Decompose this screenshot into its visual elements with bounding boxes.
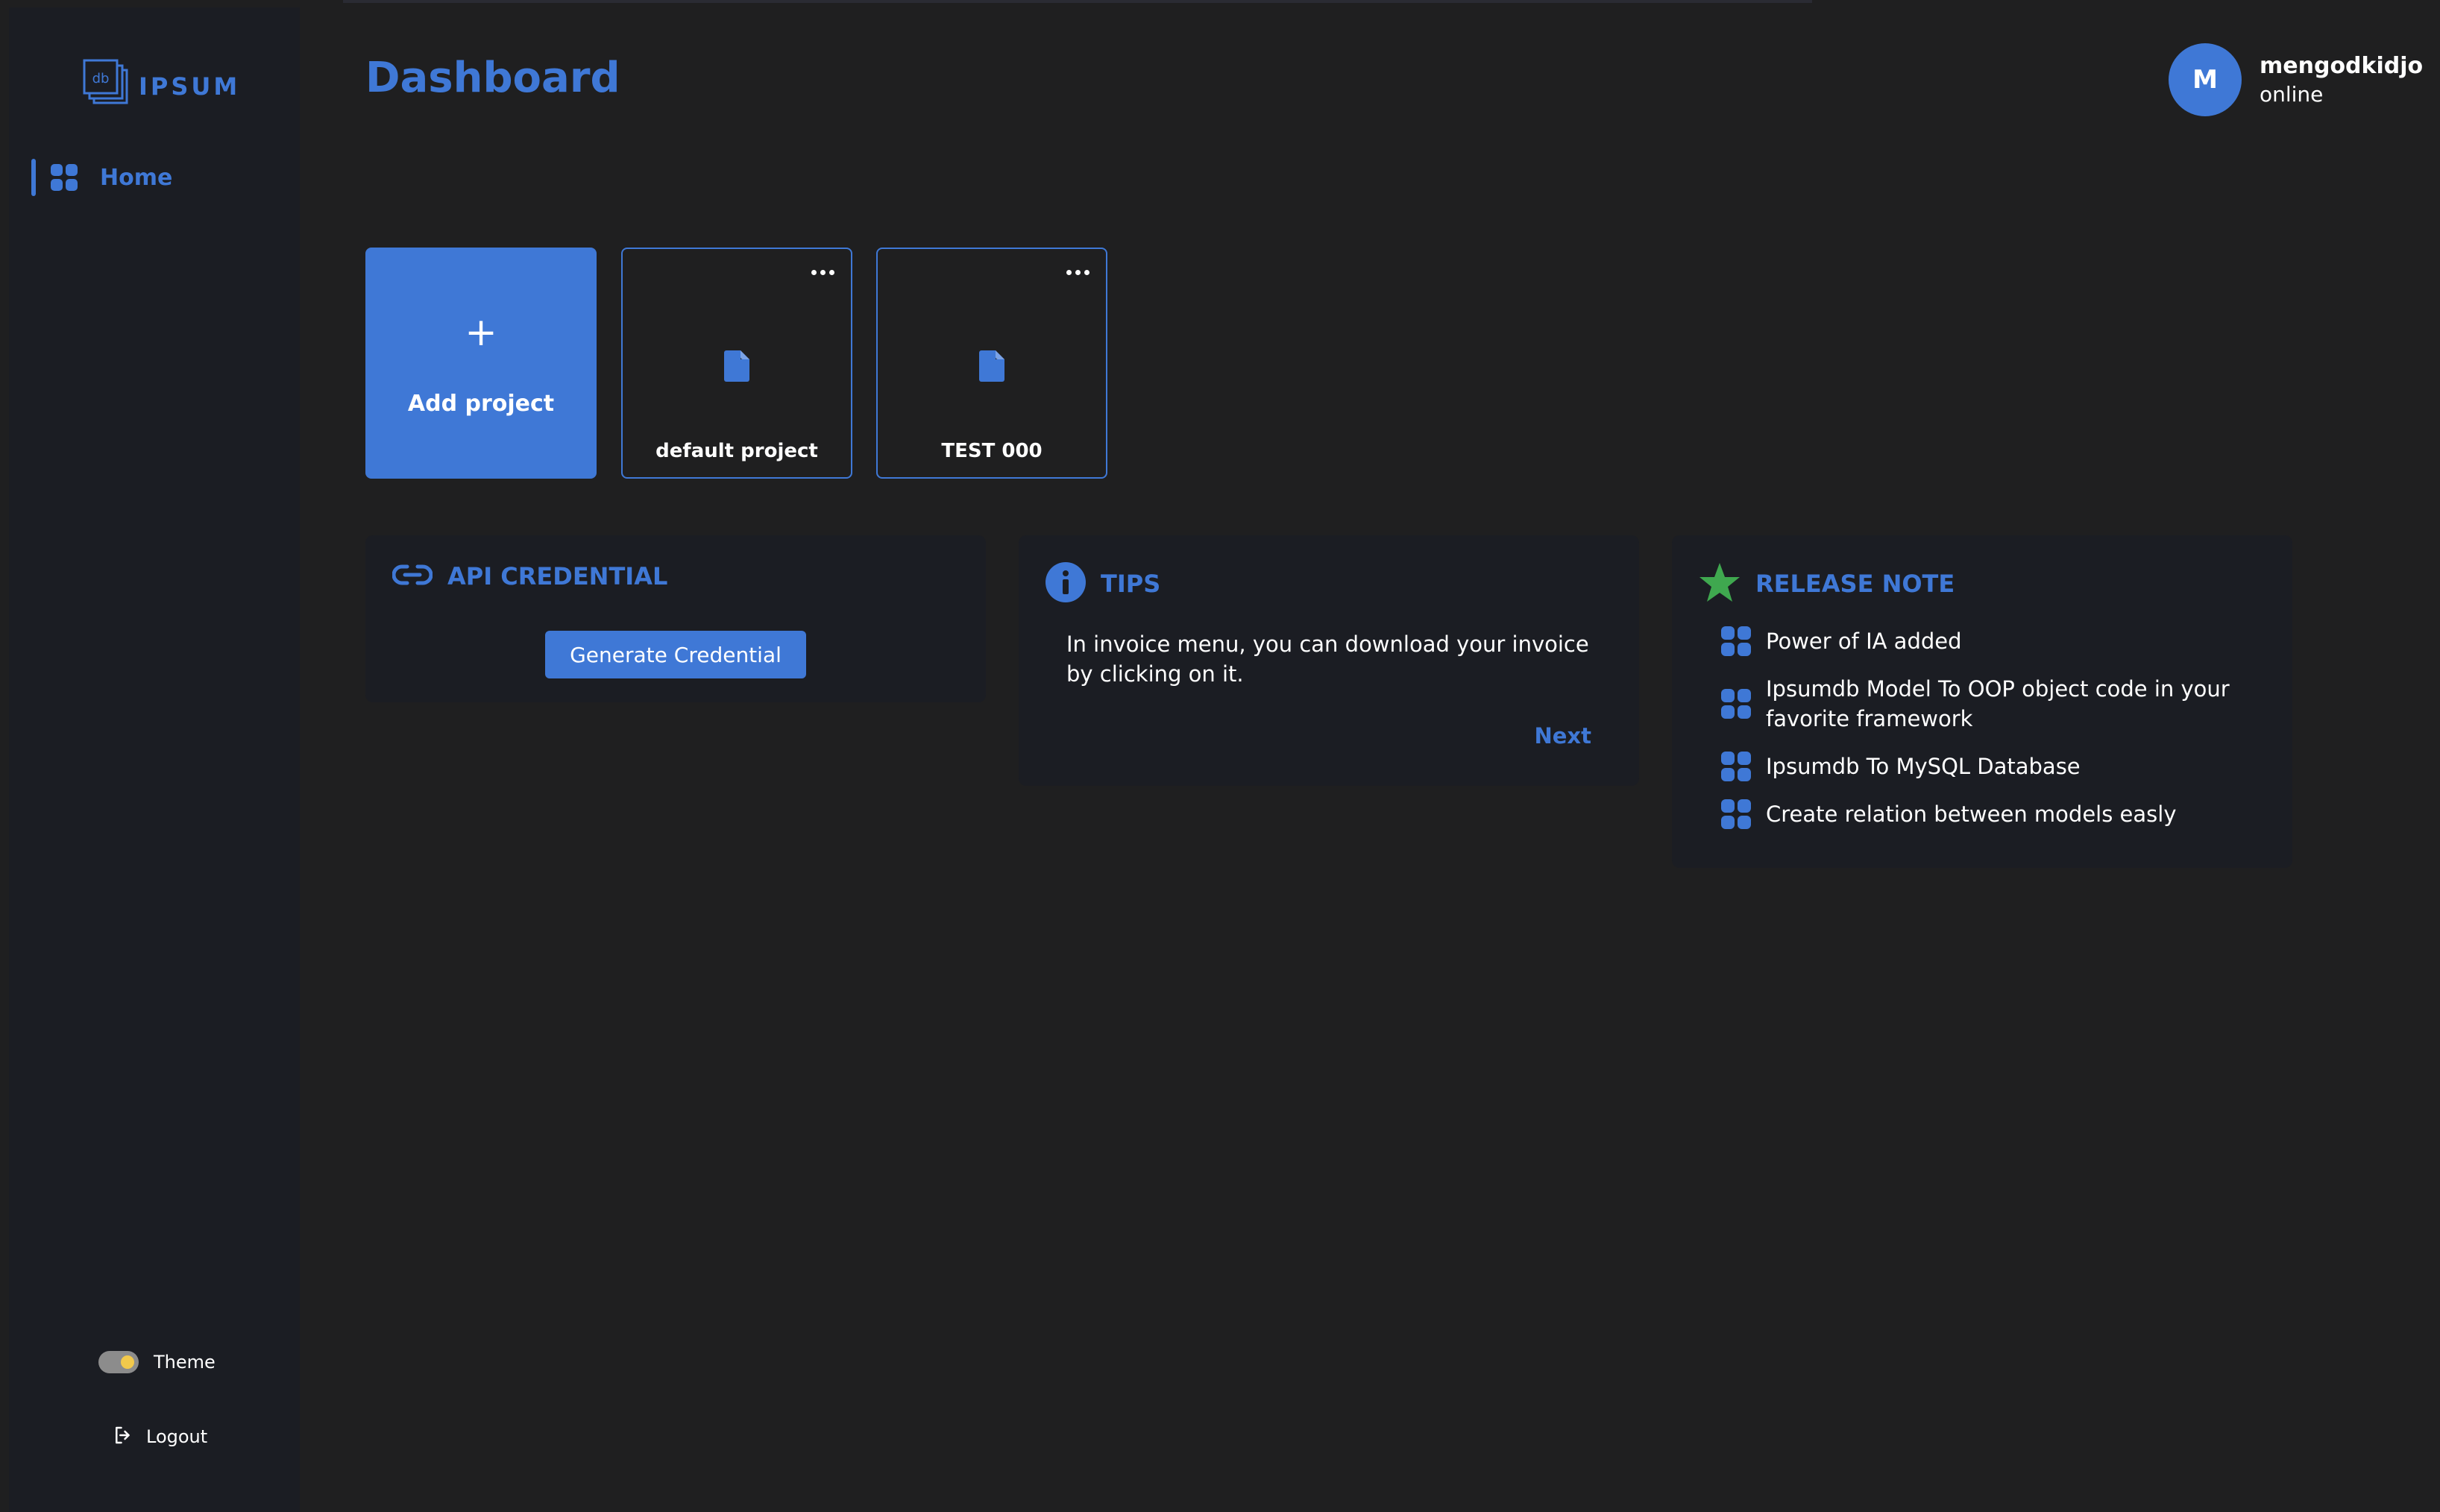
- list-item: Power of IA added: [1721, 626, 2258, 656]
- project-card[interactable]: default project: [621, 248, 852, 479]
- list-item: Create relation between models easly: [1721, 799, 2258, 829]
- file-icon: [979, 350, 1004, 385]
- more-options-icon[interactable]: [811, 265, 834, 280]
- star-icon: [1699, 562, 1741, 605]
- sidebar: db IPSUM Home Theme Logout: [9, 7, 300, 1512]
- generate-credential-button[interactable]: Generate Credential: [545, 631, 806, 678]
- top-divider: [343, 0, 1812, 3]
- panel-header: TIPS: [1046, 562, 1160, 605]
- add-project-button[interactable]: + Add project: [365, 248, 597, 479]
- database-logo-icon: db: [82, 58, 136, 107]
- avatar[interactable]: M: [2169, 43, 2242, 116]
- grid-icon: [1721, 626, 1751, 656]
- more-options-icon[interactable]: [1066, 265, 1089, 280]
- logout-label: Logout: [146, 1426, 208, 1447]
- release-note-text: Create relation between models easly: [1766, 801, 2177, 827]
- api-credential-panel: API CREDENTIAL Generate Credential: [365, 535, 986, 702]
- user-info: mengodkidjo online: [2260, 53, 2423, 107]
- panel-header: RELEASE NOTE: [1699, 562, 1955, 605]
- sidebar-item-home[interactable]: Home: [31, 157, 285, 198]
- user-status: online: [2260, 82, 2324, 107]
- link-icon: [392, 562, 433, 590]
- logout-icon: [112, 1424, 134, 1449]
- tips-panel: TIPS In invoice menu, you can download y…: [1019, 535, 1639, 786]
- grid-icon: [51, 164, 78, 191]
- grid-icon: [1721, 689, 1751, 719]
- grid-icon: [1721, 799, 1751, 829]
- user-profile[interactable]: M mengodkidjo online: [2169, 43, 2423, 116]
- panel-title: RELEASE NOTE: [1755, 570, 1955, 598]
- list-item: Ipsumdb Model To OOP object code in your…: [1721, 674, 2258, 734]
- release-note-list: Power of IA added Ipsumdb Model To OOP o…: [1721, 626, 2258, 847]
- toggle-knob: [119, 1353, 136, 1371]
- release-note-text: Power of IA added: [1766, 629, 1962, 654]
- info-icon: [1046, 562, 1086, 605]
- project-name: default project: [655, 440, 818, 462]
- panel-title: API CREDENTIAL: [447, 562, 668, 590]
- plus-icon: +: [465, 310, 497, 355]
- add-project-label: Add project: [407, 391, 555, 417]
- theme-label: Theme: [154, 1352, 216, 1373]
- release-note-panel: RELEASE NOTE Power of IA added Ipsumdb M…: [1672, 535, 2292, 868]
- logo-mark-text: db: [92, 71, 110, 86]
- user-name: mengodkidjo: [2260, 53, 2424, 79]
- project-name: TEST 000: [941, 440, 1043, 462]
- sidebar-item-label: Home: [100, 164, 173, 191]
- panel-header: API CREDENTIAL: [392, 562, 667, 590]
- app-frame: db IPSUM Home Theme Logout Dashboard M m…: [0, 0, 2440, 1512]
- page-title: Dashboard: [365, 54, 620, 102]
- brand-name: IPSUM: [139, 72, 241, 101]
- panel-title: TIPS: [1101, 570, 1161, 598]
- release-note-text: Ipsumdb Model To OOP object code in your…: [1766, 676, 2230, 731]
- file-icon: [724, 350, 749, 385]
- list-item: Ipsumdb To MySQL Database: [1721, 752, 2258, 781]
- project-card[interactable]: TEST 000: [876, 248, 1107, 479]
- theme-toggle[interactable]: [98, 1351, 139, 1373]
- release-note-text: Ipsumdb To MySQL Database: [1766, 754, 2081, 779]
- logout-button[interactable]: Logout: [112, 1424, 207, 1449]
- next-tip-button[interactable]: Next: [1534, 723, 1591, 749]
- grid-icon: [1721, 752, 1751, 781]
- brand-logo[interactable]: db IPSUM: [82, 58, 240, 107]
- tip-text: In invoice menu, you can download your i…: [1066, 631, 1589, 687]
- active-indicator: [31, 159, 36, 196]
- theme-toggle-row[interactable]: Theme: [98, 1351, 216, 1373]
